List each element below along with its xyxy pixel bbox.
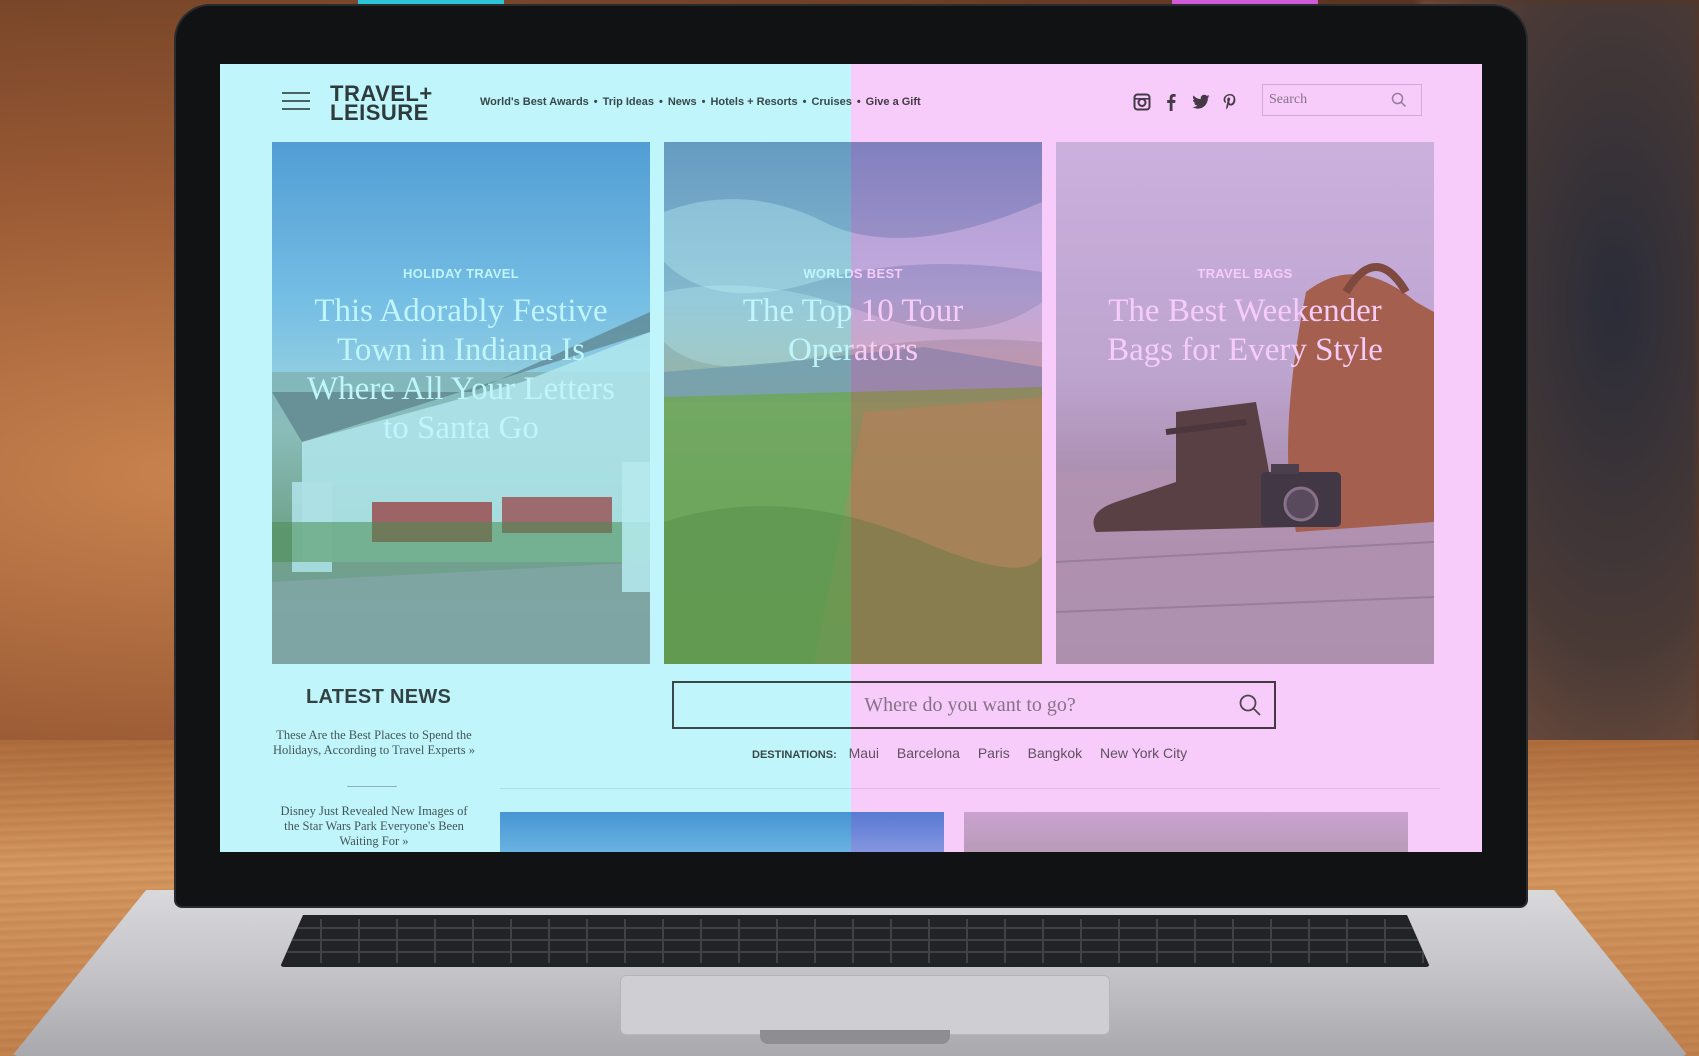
card-photo-grassland xyxy=(664,199,1042,664)
destinations-row: DESTINATIONS: Maui Barcelona Paris Bangk… xyxy=(752,745,1201,761)
section-divider xyxy=(500,788,1440,789)
pinterest-icon[interactable] xyxy=(1221,92,1241,112)
hero-card-holiday-travel[interactable]: HOLIDAY TRAVEL This Adorably Festive Tow… xyxy=(272,142,650,664)
card-kicker: HOLIDAY TRAVEL xyxy=(403,266,519,281)
primary-nav: World's Best Awards • Trip Ideas • News • Hote… xyxy=(480,96,921,108)
nav-separator: • xyxy=(593,96,598,108)
laptop-screen: TRAVEL+ LEISURE World's Best Awards • Trip… xyxy=(220,64,1482,852)
article-thumbnail[interactable] xyxy=(964,812,1408,852)
news-item[interactable]: Disney Just Revealed New Images of the S… xyxy=(272,804,476,849)
nav-separator: • xyxy=(802,96,807,108)
search-icon[interactable] xyxy=(1226,693,1274,717)
destinations-label: DESTINATIONS: xyxy=(752,749,837,761)
card-photo-boots-and-bag xyxy=(1056,263,1434,664)
social-links xyxy=(1132,90,1240,114)
nav-worlds-best-awards[interactable]: World's Best Awards xyxy=(480,96,589,108)
nav-hotels-resorts[interactable]: Hotels + Resorts xyxy=(710,96,797,108)
laptop-keyboard xyxy=(280,915,1430,967)
destination-link-paris[interactable]: Paris xyxy=(978,745,1010,761)
card-kicker: TRAVEL BAGS xyxy=(1197,266,1293,281)
facebook-icon[interactable] xyxy=(1162,92,1182,112)
header-search-box xyxy=(1262,84,1422,116)
laptop-notch xyxy=(760,1030,950,1044)
hero-card-worlds-best[interactable]: WORLDS BEST The Top 10 Tour Operators xyxy=(664,142,1042,664)
nav-separator: • xyxy=(856,96,861,108)
twitter-icon[interactable] xyxy=(1191,92,1211,112)
card-headline[interactable]: The Top 10 Tour Operators xyxy=(684,292,1022,370)
nav-cruises[interactable]: Cruises xyxy=(811,96,851,108)
site-logo[interactable]: TRAVEL+ LEISURE xyxy=(330,83,450,124)
nav-separator: • xyxy=(659,96,663,108)
nav-give-a-gift[interactable]: Give a Gift xyxy=(866,96,921,108)
card-headline[interactable]: This Adorably Festive Town in Indiana Is… xyxy=(292,292,630,448)
destination-link-maui[interactable]: Maui xyxy=(849,745,879,761)
top-accent-strip-magenta xyxy=(1172,0,1318,5)
destination-search-input[interactable] xyxy=(674,693,1226,717)
nav-trip-ideas[interactable]: Trip Ideas xyxy=(603,96,654,108)
nav-separator: • xyxy=(701,96,706,108)
card-headline[interactable]: The Best Weekender Bags for Every Style xyxy=(1076,292,1414,370)
laptop-trackpad xyxy=(620,975,1110,1035)
news-divider xyxy=(347,786,397,787)
hamburger-menu-icon[interactable] xyxy=(282,92,310,112)
destination-link-barcelona[interactable]: Barcelona xyxy=(897,745,960,761)
hero-card-travel-bags[interactable]: TRAVEL BAGS The Best Weekender Bags for … xyxy=(1056,142,1434,664)
search-icon[interactable] xyxy=(1391,92,1413,108)
card-kicker: WORLDS BEST xyxy=(803,266,903,281)
destination-link-new-york-city[interactable]: New York City xyxy=(1100,745,1187,761)
nav-news[interactable]: News xyxy=(668,96,697,108)
news-item[interactable]: These Are the Best Places to Spend the H… xyxy=(272,728,476,758)
latest-news-title: LATEST NEWS xyxy=(306,686,452,708)
article-thumbnail[interactable] xyxy=(500,812,944,852)
instagram-icon[interactable] xyxy=(1132,92,1152,112)
header-search-input[interactable] xyxy=(1263,92,1391,108)
destination-search-box xyxy=(672,681,1276,729)
destination-link-bangkok[interactable]: Bangkok xyxy=(1028,745,1082,761)
top-accent-strip-cyan xyxy=(358,0,504,5)
